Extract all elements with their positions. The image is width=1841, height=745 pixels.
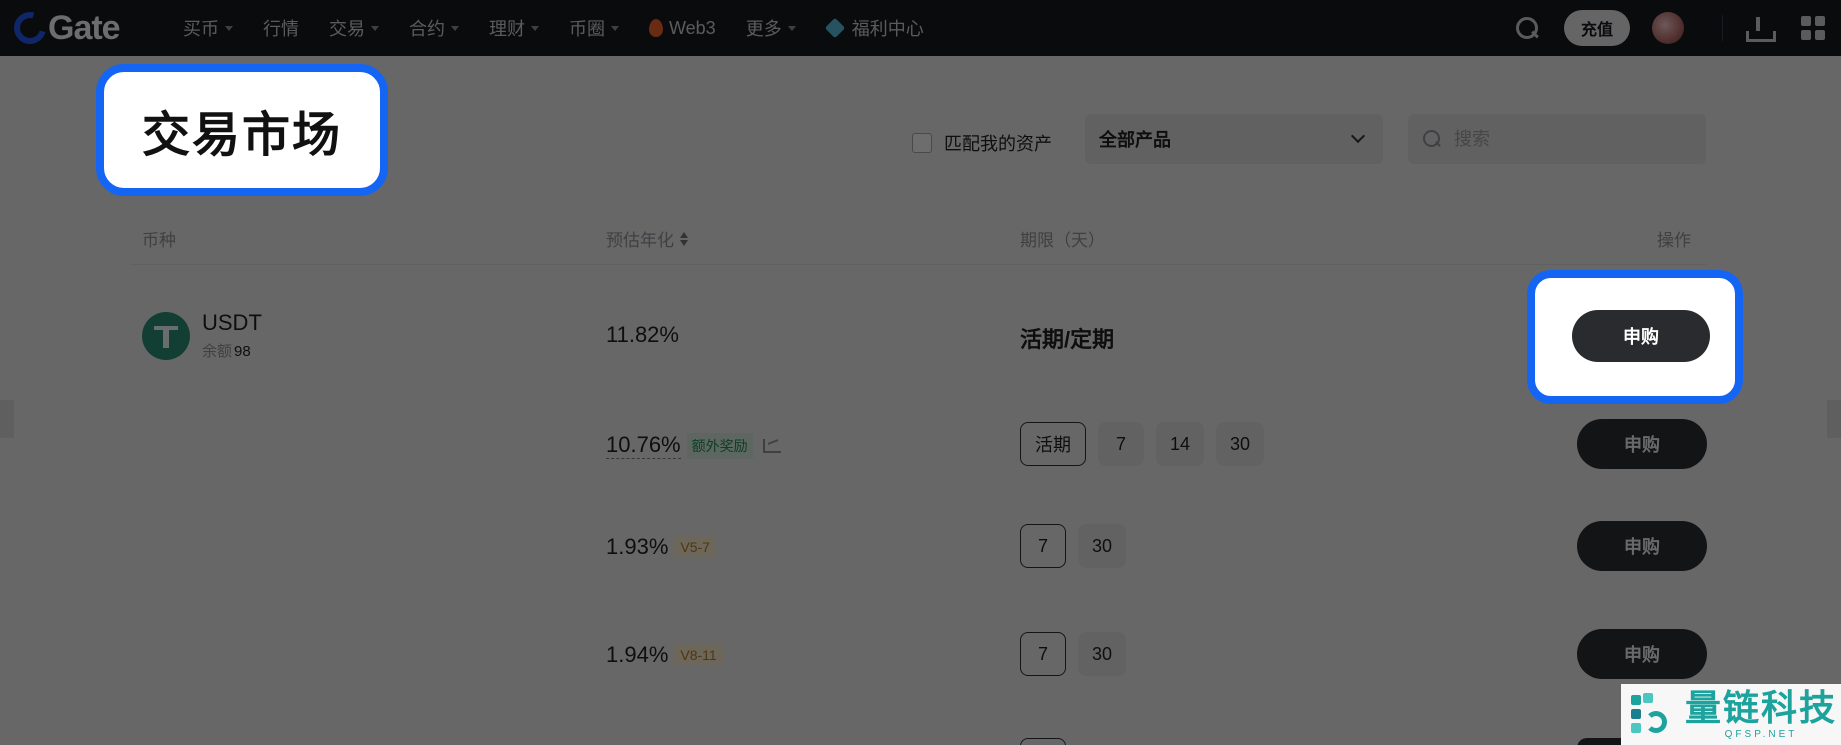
scroll-right-handle[interactable] (1827, 400, 1841, 438)
nav-item-label: 合约 (409, 19, 445, 39)
apr-value: 11.82% (606, 322, 679, 347)
match-assets-filter[interactable]: 匹配我的资产 (912, 130, 1052, 156)
nav-item-more[interactable]: 更多 (746, 15, 796, 41)
gift-cube-icon (824, 17, 845, 39)
match-assets-checkbox[interactable] (912, 133, 932, 153)
logo-text: Gate (48, 8, 121, 47)
vip-badge: V5-7 (674, 536, 716, 558)
product-select[interactable]: 全部产品 (1085, 114, 1383, 164)
sort-icon[interactable] (680, 231, 688, 246)
search-input[interactable] (1454, 128, 1674, 150)
chart-icon[interactable] (762, 438, 781, 453)
header-apr[interactable]: 预估年化 (606, 226, 688, 251)
coin-balance: 余额 98 (202, 340, 262, 361)
nav-item-label: 理财 (489, 19, 525, 39)
search-box[interactable] (1408, 114, 1706, 164)
term-options: 7 30 (1020, 524, 1138, 568)
header-apr-label: 预估年化 (606, 231, 674, 250)
term-chip[interactable]: 30 (1078, 524, 1127, 568)
term-chip[interactable]: 7 (1098, 422, 1144, 466)
vip-badge: V8-11 (674, 644, 723, 666)
download-icon[interactable] (1745, 15, 1776, 42)
nav-item-markets[interactable]: 行情 (263, 15, 299, 41)
term-chip[interactable]: 活期 (1020, 422, 1086, 466)
watermark-text: 量链科技 QFSP.NET (1685, 688, 1838, 741)
header-action: 操作 (1657, 231, 1691, 250)
caret-down-icon (451, 25, 459, 31)
bonus-badge: 额外奖励 (686, 432, 753, 459)
deposit-button[interactable]: 充值 (1564, 10, 1630, 46)
header-divider (130, 264, 1706, 265)
apps-grid-icon[interactable] (1801, 16, 1825, 40)
header-coin: 币种 (142, 231, 176, 250)
coin-cell: USDT 余额 98 (142, 310, 262, 361)
nav-item-square[interactable]: 币圈 (569, 15, 619, 41)
watermark-en: QFSP.NET (1724, 729, 1798, 740)
caret-down-icon (611, 25, 619, 31)
search-icon[interactable] (1514, 15, 1540, 41)
apr-value: 1.93% (606, 534, 669, 559)
subscribe-button[interactable]: 申购 (1577, 419, 1707, 469)
nav-item-web3[interactable]: Web3 (649, 18, 716, 39)
page-title-highlight: 交易市场 (96, 64, 388, 196)
caret-down-icon (531, 25, 539, 31)
nav-menu: 买币 行情 交易 合约 理财 币圈 Web3 更多 福利中心 (183, 0, 954, 56)
nav-item-label: 更多 (745, 19, 782, 39)
apr-cell: 1.93% V5-7 (606, 534, 716, 560)
watermark-cn: 量链科技 (1685, 688, 1838, 729)
chevron-down-icon (1350, 128, 1366, 144)
balance-label: 余额 (202, 343, 233, 360)
watermark-logo-icon (1627, 689, 1679, 741)
product-select-value: 全部产品 (1099, 130, 1171, 150)
divider (1722, 15, 1723, 41)
caret-down-icon (787, 25, 796, 31)
nav-item-label: 币圈 (569, 19, 605, 39)
term-chip[interactable]: 30 (1078, 632, 1127, 676)
match-assets-label: 匹配我的资产 (944, 134, 1052, 154)
term-chip[interactable]: 14 (1156, 422, 1205, 466)
coin-name: USDT (202, 310, 262, 335)
apr-value[interactable]: 10.76% (606, 432, 681, 459)
nav-item-rewards-center[interactable]: 福利中心 (824, 15, 924, 41)
nav-item-label: 行情 (263, 19, 299, 39)
term-chip[interactable]: 30 (1216, 422, 1265, 466)
table-header: 币种 预估年化 期限（天） 操作 (0, 226, 1841, 258)
scroll-left-handle[interactable] (0, 400, 14, 438)
top-navigation: Gate 买币 行情 交易 合约 理财 币圈 Web3 更多 福利中心 充值 (0, 0, 1841, 56)
term-chip[interactable] (1020, 738, 1066, 745)
term-options: 活期 7 14 30 (1020, 422, 1276, 466)
nav-item-label: 买币 (183, 19, 219, 39)
term-chip[interactable]: 7 (1020, 632, 1066, 676)
subscribe-button[interactable]: 申购 (1577, 521, 1707, 571)
subscribe-button[interactable]: 申购 (1577, 629, 1707, 679)
apr-cell: 11.82% (606, 322, 679, 348)
page-title: 交易市场 (141, 109, 342, 162)
search-icon (1422, 129, 1442, 149)
usdt-icon (142, 311, 190, 360)
watermark: 量链科技 QFSP.NET (1621, 684, 1841, 745)
nav-right-actions: 充值 (1514, 0, 1841, 56)
caret-down-icon (225, 25, 233, 31)
caret-down-icon (371, 25, 379, 31)
nav-item-label: Web3 (669, 17, 716, 38)
nav-item-earn[interactable]: 理财 (489, 15, 539, 41)
apr-cell: 10.76% 额外奖励 (606, 432, 781, 459)
subscribe-button[interactable]: 申购 (1572, 310, 1710, 362)
nav-item-label: 交易 (329, 19, 365, 39)
apr-value: 1.94% (606, 642, 669, 667)
flame-icon (649, 19, 663, 37)
header-term: 期限（天） (1020, 231, 1105, 250)
avatar[interactable] (1652, 12, 1684, 44)
nav-item-label: 福利中心 (851, 19, 924, 39)
term-cell: 活期/定期 (1020, 327, 1115, 352)
nav-item-futures[interactable]: 合约 (409, 15, 459, 41)
gate-logo[interactable]: Gate (8, 6, 121, 50)
gate-logo-icon (8, 6, 52, 50)
nav-item-buy-crypto[interactable]: 买币 (183, 15, 233, 41)
term-chip[interactable]: 7 (1020, 524, 1066, 568)
term-options: 7 30 (1020, 632, 1138, 676)
nav-item-trade[interactable]: 交易 (329, 15, 379, 41)
apr-cell: 1.94% V8-11 (606, 642, 723, 668)
balance-value: 98 (234, 343, 251, 360)
